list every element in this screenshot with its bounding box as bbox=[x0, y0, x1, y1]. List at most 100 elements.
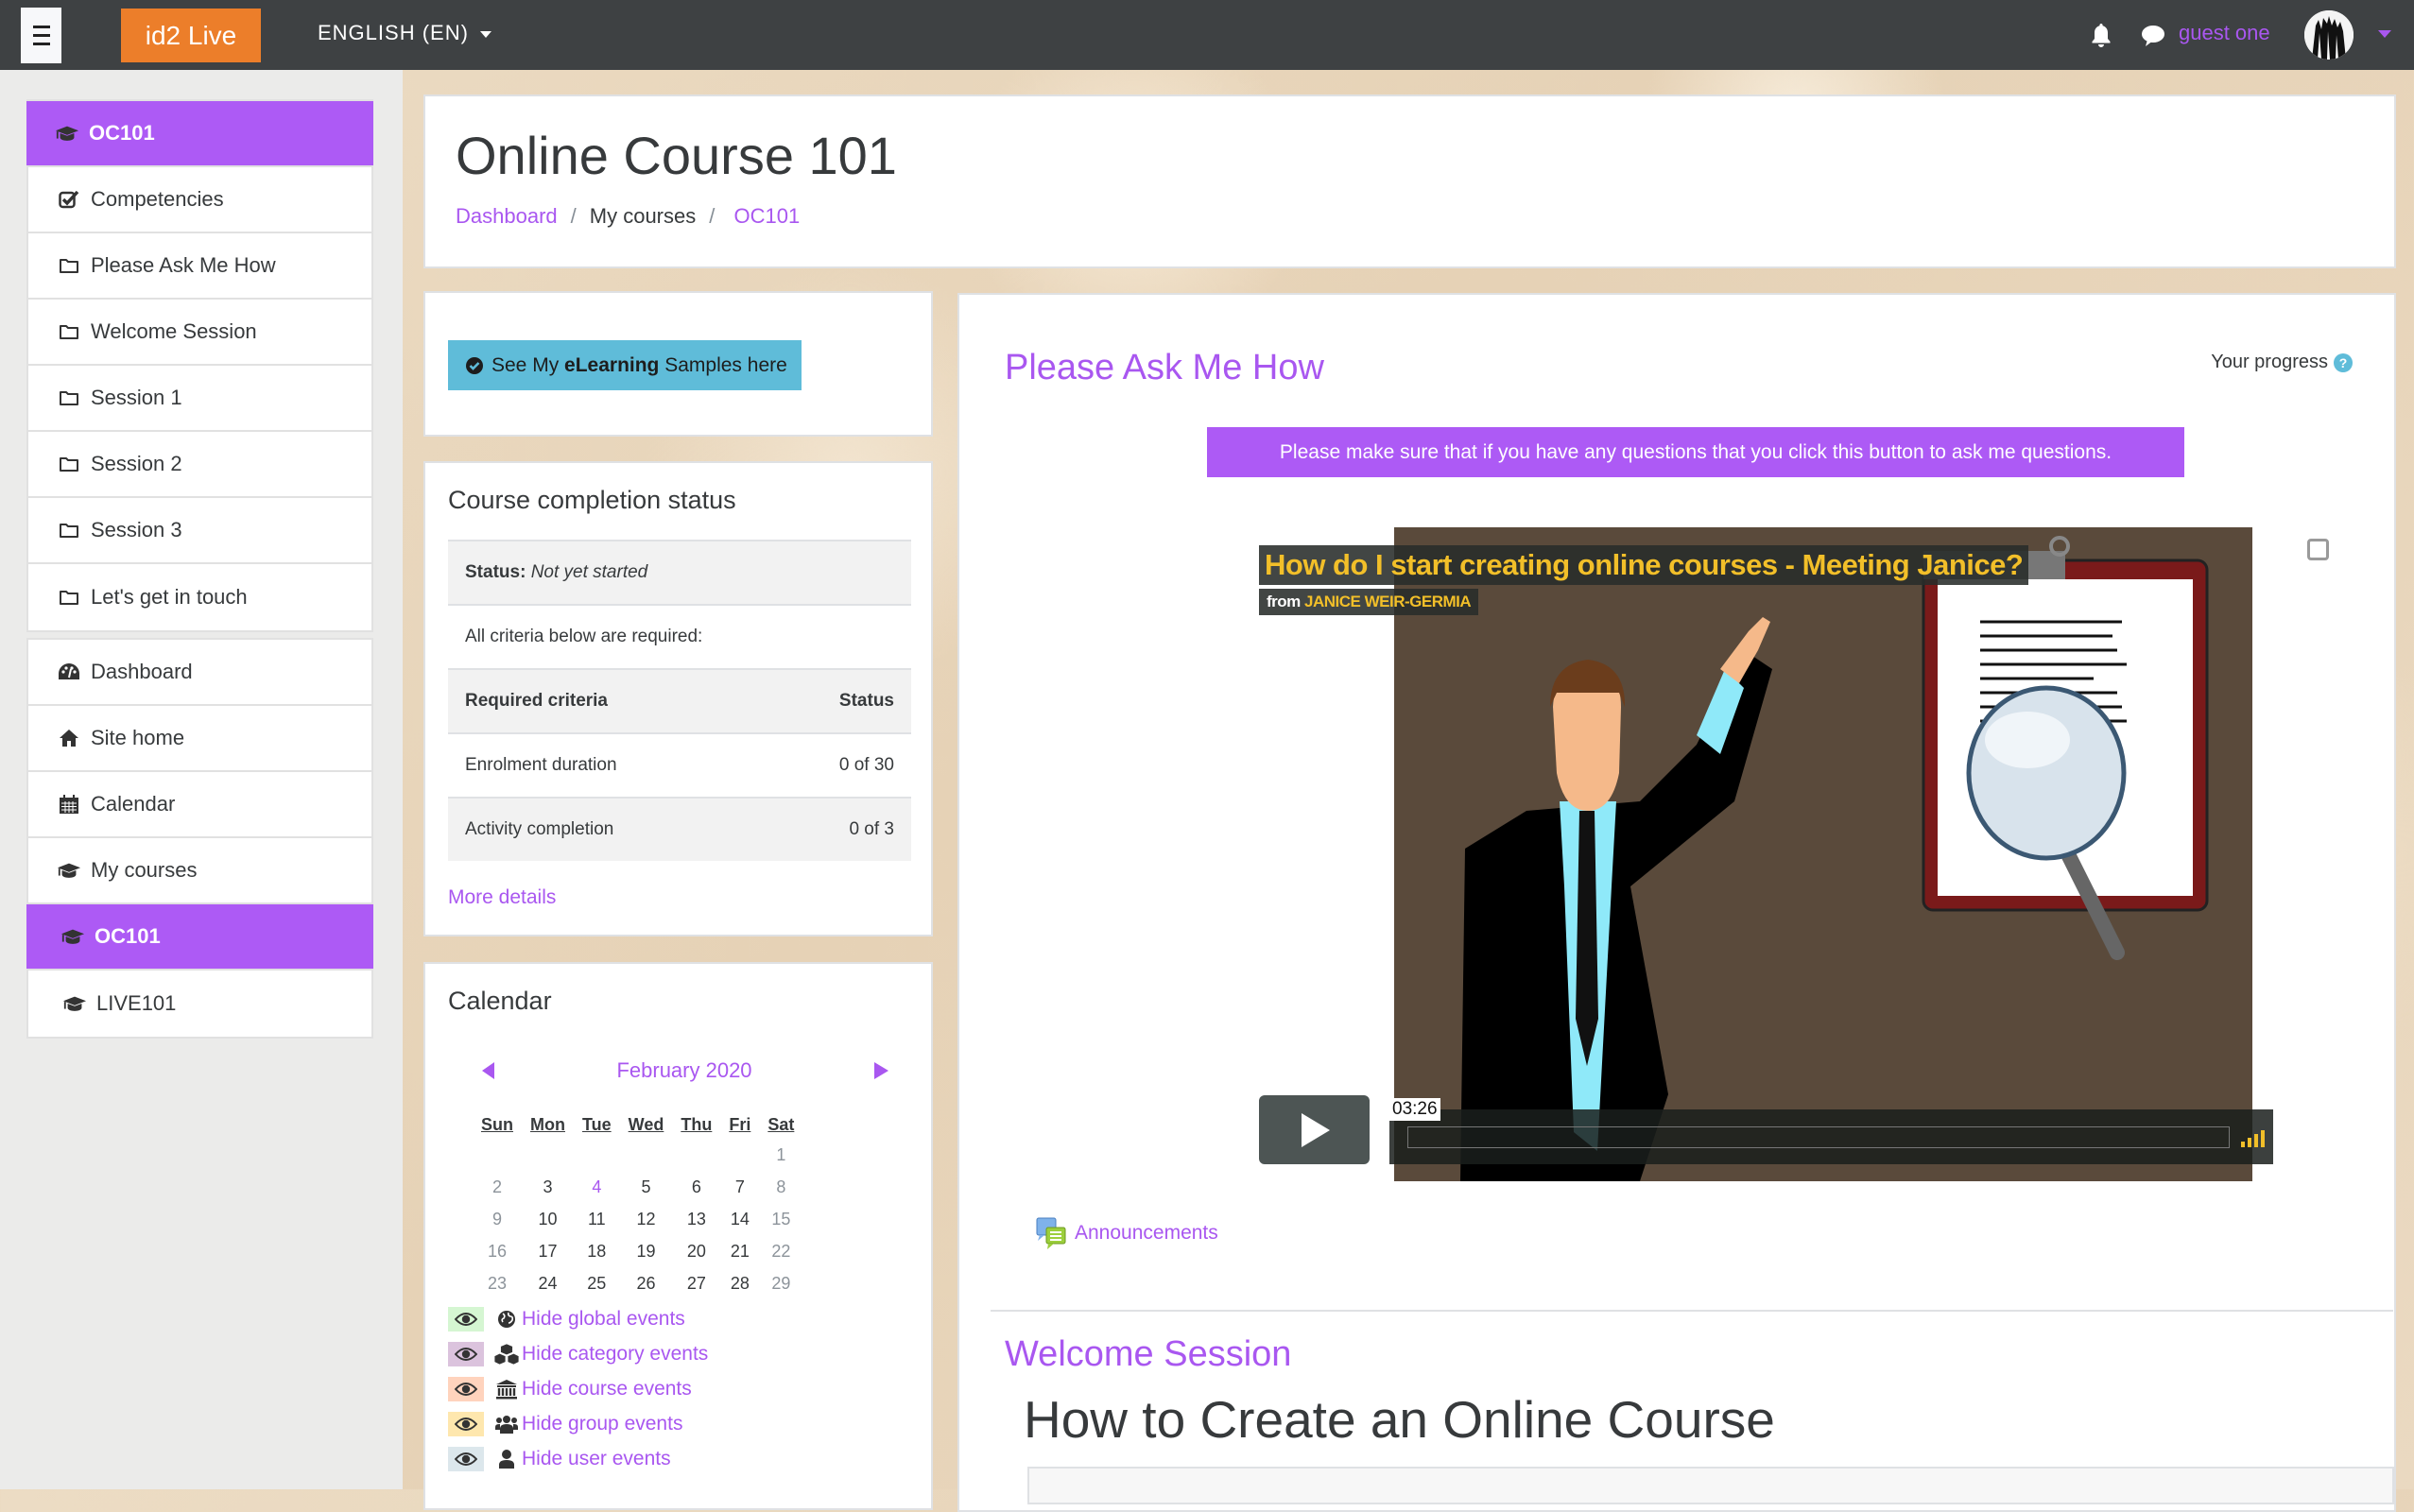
breadcrumb-oc101[interactable]: OC101 bbox=[734, 204, 801, 228]
progress-label: Your progress bbox=[2211, 352, 2328, 372]
calendar-empty-cell bbox=[574, 1139, 620, 1171]
sidebar-item-session-1[interactable]: Session 1 bbox=[28, 366, 371, 432]
calendar-day[interactable]: 18 bbox=[574, 1235, 620, 1267]
sidebar-item-lets-get-in-touch[interactable]: Let's get in touch bbox=[28, 564, 371, 630]
eye-icon[interactable] bbox=[448, 1307, 484, 1332]
video-title[interactable]: How do I start creating online courses -… bbox=[1259, 545, 2029, 585]
calendar-day[interactable]: 27 bbox=[672, 1267, 720, 1299]
event-filter-group[interactable]: Hide group events bbox=[448, 1408, 682, 1440]
calendar-day[interactable]: 6 bbox=[672, 1171, 720, 1203]
calendar-day[interactable]: 22 bbox=[759, 1235, 802, 1267]
sidebar-item-oc101[interactable]: OC101 bbox=[26, 101, 373, 167]
calendar-day[interactable]: 23 bbox=[473, 1267, 522, 1299]
completion-checkbox[interactable] bbox=[2307, 539, 2329, 560]
next-month-icon[interactable] bbox=[874, 1062, 888, 1079]
play-button[interactable] bbox=[1259, 1095, 1370, 1164]
sidebar-item-my-courses[interactable]: My courses bbox=[28, 838, 371, 904]
help-icon[interactable]: ? bbox=[2334, 352, 2353, 372]
calendar-day[interactable]: 20 bbox=[672, 1235, 720, 1267]
completion-table: Status: Not yet started All criteria bel… bbox=[448, 540, 911, 861]
section-title-please-ask-me-how[interactable]: Please Ask Me How bbox=[1005, 348, 1324, 388]
play-icon bbox=[1301, 1112, 1330, 1147]
folder-icon bbox=[57, 522, 81, 539]
video-player[interactable] bbox=[1394, 527, 2252, 1181]
calendar-day[interactable]: 4 bbox=[574, 1171, 620, 1203]
elearning-samples-button[interactable]: See My eLearning Samples here bbox=[448, 340, 802, 390]
brand-logo[interactable]: id2 Live bbox=[121, 9, 261, 62]
weekday-header: Mon bbox=[530, 1114, 565, 1134]
event-filter-category[interactable]: Hide category events bbox=[448, 1338, 708, 1370]
volume-icon[interactable] bbox=[2241, 1130, 2265, 1147]
eye-icon[interactable] bbox=[448, 1412, 484, 1436]
course-completion-block: Course completion status Status: Not yet… bbox=[423, 461, 933, 936]
sidebar-item-oc101-course[interactable]: OC101 bbox=[26, 904, 373, 971]
calendar-day[interactable]: 26 bbox=[620, 1267, 673, 1299]
eye-icon[interactable] bbox=[448, 1377, 484, 1401]
calendar-day[interactable]: 2 bbox=[473, 1171, 522, 1203]
folder-icon bbox=[57, 455, 81, 472]
announcements-label: Announcements bbox=[1075, 1222, 1218, 1244]
calendar-month-label[interactable]: February 2020 bbox=[616, 1058, 751, 1083]
calendar-day[interactable]: 7 bbox=[720, 1171, 759, 1203]
calendar-day[interactable]: 5 bbox=[620, 1171, 673, 1203]
calendar-day[interactable]: 8 bbox=[759, 1171, 802, 1203]
event-filter-label: Hide course events bbox=[522, 1378, 692, 1400]
folder-icon bbox=[57, 589, 81, 606]
calendar-day[interactable]: 3 bbox=[522, 1171, 574, 1203]
sidebar-item-live101[interactable]: LIVE101 bbox=[28, 971, 371, 1037]
calendar-empty-cell bbox=[522, 1139, 574, 1171]
calendar-day[interactable]: 12 bbox=[620, 1203, 673, 1235]
video-author[interactable]: from JANICE WEIR-GERMIA bbox=[1259, 589, 1479, 615]
table-row: Enrolment duration 0 of 30 bbox=[448, 732, 911, 797]
user-name[interactable]: guest one bbox=[2179, 21, 2270, 45]
calendar-day[interactable]: 19 bbox=[620, 1235, 673, 1267]
user-menu-caret-icon[interactable] bbox=[2378, 30, 2391, 38]
calendar-day[interactable]: 1 bbox=[759, 1139, 802, 1171]
ask-questions-button[interactable]: Please make sure that if you have any qu… bbox=[1207, 427, 2184, 477]
more-details-link[interactable]: More details bbox=[448, 886, 556, 909]
sidebar-item-label: Session 3 bbox=[91, 518, 182, 541]
calendar-day[interactable]: 14 bbox=[720, 1203, 759, 1235]
video-progress-track[interactable] bbox=[1407, 1126, 2230, 1148]
notifications-button[interactable] bbox=[2091, 23, 2112, 52]
eye-icon[interactable] bbox=[448, 1342, 484, 1366]
sidebar-item-session-2[interactable]: Session 2 bbox=[28, 432, 371, 498]
calendar-day[interactable]: 11 bbox=[574, 1203, 620, 1235]
sidebar-item-welcome-session[interactable]: Welcome Session bbox=[28, 300, 371, 366]
section-title-welcome-session[interactable]: Welcome Session bbox=[1005, 1334, 1291, 1375]
user-avatar[interactable] bbox=[2304, 10, 2354, 60]
calendar-day[interactable]: 17 bbox=[522, 1235, 574, 1267]
weekday-header: Fri bbox=[729, 1114, 751, 1134]
calendar-day[interactable]: 15 bbox=[759, 1203, 802, 1235]
calendar-day[interactable]: 24 bbox=[522, 1267, 574, 1299]
calendar-day[interactable]: 21 bbox=[720, 1235, 759, 1267]
messages-button[interactable] bbox=[2141, 25, 2165, 52]
sidebar-item-dashboard[interactable]: Dashboard bbox=[28, 640, 371, 706]
menu-toggle-button[interactable] bbox=[21, 8, 61, 63]
eye-icon[interactable] bbox=[448, 1447, 484, 1471]
sidebar-item-site-home[interactable]: Site home bbox=[28, 706, 371, 772]
event-filter-user[interactable]: Hide user events bbox=[448, 1443, 671, 1475]
weekday-header: Tue bbox=[581, 1114, 612, 1134]
calendar-day[interactable]: 28 bbox=[720, 1267, 759, 1299]
calendar-day[interactable]: 10 bbox=[522, 1203, 574, 1235]
sidebar-item-please-ask-me-how[interactable]: Please Ask Me How bbox=[28, 233, 371, 300]
language-menu[interactable]: ENGLISH (EN) bbox=[318, 21, 491, 45]
sidebar-item-session-3[interactable]: Session 3 bbox=[28, 498, 371, 564]
completion-title: Course completion status bbox=[448, 486, 736, 514]
event-filter-label: Hide global events bbox=[522, 1308, 685, 1330]
globe-icon bbox=[493, 1310, 520, 1329]
event-filter-course[interactable]: Hide course events bbox=[448, 1373, 692, 1405]
graduation-cap-icon bbox=[60, 927, 85, 946]
event-filter-global[interactable]: Hide global events bbox=[448, 1303, 685, 1335]
sidebar-item-calendar[interactable]: Calendar bbox=[28, 772, 371, 838]
breadcrumb-dashboard[interactable]: Dashboard bbox=[456, 204, 558, 228]
previous-month-icon[interactable] bbox=[482, 1062, 494, 1079]
calendar-day[interactable]: 13 bbox=[672, 1203, 720, 1235]
announcements-link[interactable]: Announcements bbox=[1035, 1216, 1218, 1250]
calendar-day[interactable]: 16 bbox=[473, 1235, 522, 1267]
calendar-day[interactable]: 29 bbox=[759, 1267, 802, 1299]
calendar-day[interactable]: 9 bbox=[473, 1203, 522, 1235]
sidebar-item-competencies[interactable]: Competencies bbox=[28, 167, 371, 233]
calendar-day[interactable]: 25 bbox=[574, 1267, 620, 1299]
